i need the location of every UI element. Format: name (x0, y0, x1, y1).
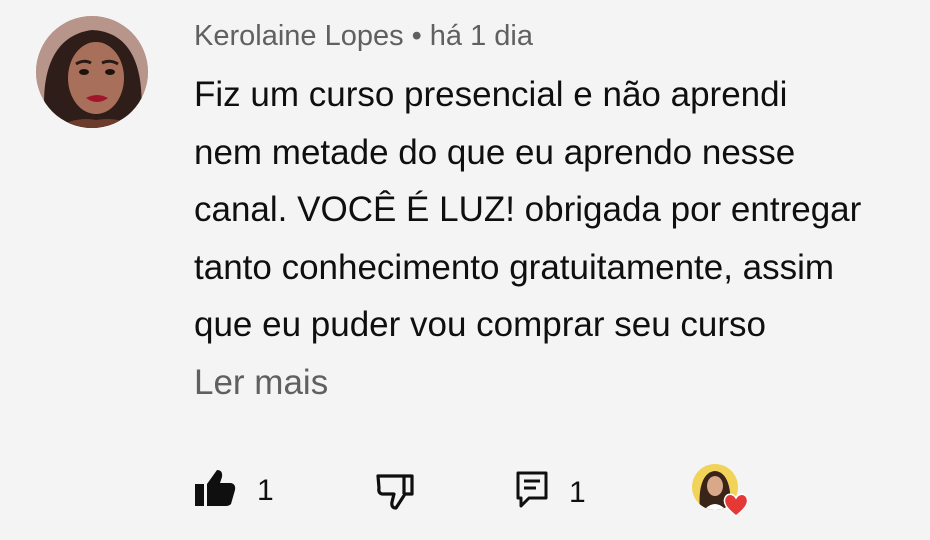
heart-icon (722, 492, 750, 523)
thumbs-down-icon (375, 472, 419, 517)
author-name[interactable]: Kerolaine Lopes (194, 20, 404, 52)
author-avatar[interactable] (36, 16, 148, 128)
comment-actions: 1 1 (0, 462, 930, 518)
reply-count: 1 (569, 475, 586, 509)
thumbs-up-icon (193, 468, 237, 513)
comment-body: Kerolaine Lopes • há 1 dia Fiz um curso pr… (194, 14, 930, 412)
comment-timestamp[interactable]: há 1 dia (430, 20, 533, 52)
reply-button[interactable]: 1 (515, 470, 586, 515)
meta-separator: • (411, 20, 422, 52)
like-button[interactable]: 1 (193, 468, 274, 513)
like-count: 1 (257, 473, 274, 507)
comment-meta: Kerolaine Lopes • há 1 dia (194, 14, 930, 58)
read-more-link[interactable]: Ler mais (194, 354, 930, 412)
comment-text: Fiz um curso presencial e não aprendi ne… (194, 75, 862, 344)
creator-heart (692, 464, 750, 522)
comment-thread: Kerolaine Lopes • há 1 dia Fiz um curso pr… (0, 0, 930, 540)
dislike-button[interactable] (375, 472, 419, 517)
comment-reply-icon (515, 470, 549, 515)
